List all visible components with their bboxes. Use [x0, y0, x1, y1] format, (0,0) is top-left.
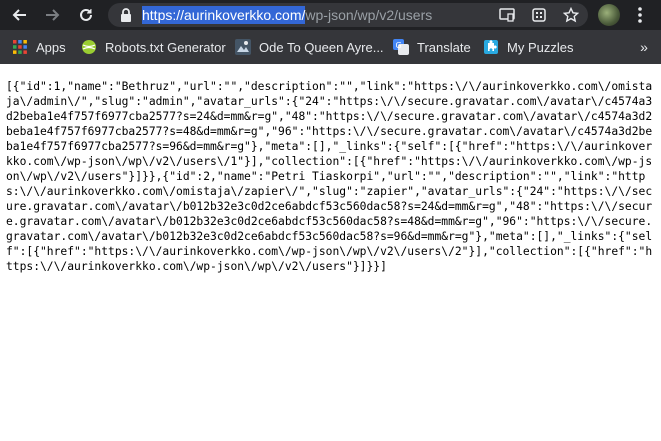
bookmark-ode-to-queen[interactable]: Ode To Queen Ayre...: [235, 36, 384, 58]
robots-ball-icon: [81, 39, 97, 55]
profile-avatar[interactable]: [598, 4, 620, 26]
bookmark-label: Translate: [417, 39, 471, 55]
star-icon[interactable]: [562, 6, 580, 24]
bookmark-my-puzzles[interactable]: My Puzzles: [483, 36, 573, 58]
svg-text:G: G: [396, 41, 402, 50]
url-path: wp-json/wp/v2/users: [305, 7, 433, 23]
bookmark-label: Apps: [36, 39, 66, 55]
google-translate-icon: G: [393, 39, 409, 55]
bookmark-label: Robots.txt Generator: [105, 39, 226, 55]
more-bookmarks-chevron[interactable]: »: [636, 38, 652, 56]
url-host: https://aurinkoverkko.com/: [142, 6, 306, 24]
browser-toolbar: https://aurinkoverkko.com/wp-json/wp/v2/…: [0, 0, 661, 30]
apps-grid-icon: [12, 39, 28, 55]
kebab-menu-icon[interactable]: [630, 4, 650, 26]
puzzle-icon: [483, 39, 499, 55]
bookmark-label: Ode To Queen Ayre...: [259, 39, 384, 55]
bookmark-apps[interactable]: Apps: [12, 36, 66, 58]
extensions-icon[interactable]: [530, 6, 548, 24]
cast-icon[interactable]: [498, 6, 516, 24]
reload-icon[interactable]: [74, 4, 98, 26]
address-bar[interactable]: https://aurinkoverkko.com/wp-json/wp/v2/…: [108, 3, 588, 27]
ode-image-icon: [235, 39, 251, 55]
bookmarks-bar: Apps Robots.txt Generator Ode To Queen A…: [0, 30, 661, 64]
forward-arrow-icon[interactable]: [40, 4, 64, 26]
bookmark-robots-txt-generator[interactable]: Robots.txt Generator: [81, 36, 226, 58]
bookmark-translate[interactable]: G Translate: [393, 36, 471, 58]
url-text[interactable]: https://aurinkoverkko.com/wp-json/wp/v2/…: [142, 6, 433, 24]
bookmark-label: My Puzzles: [507, 39, 574, 55]
json-response-text: [{"id":1,"name":"Bethruz","url":"","desc…: [6, 80, 653, 273]
page-content: [{"id":1,"name":"Bethruz","url":"","desc…: [6, 79, 658, 274]
back-arrow-icon[interactable]: [8, 4, 32, 26]
lock-icon[interactable]: [118, 7, 134, 23]
